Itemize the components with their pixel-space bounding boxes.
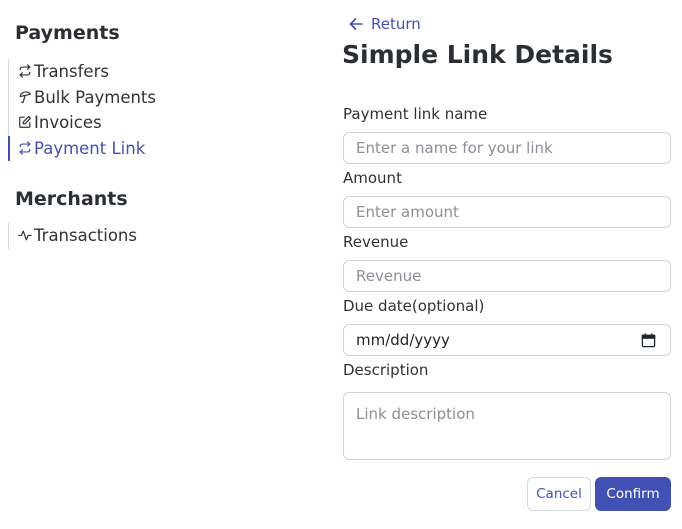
link-name-input[interactable] [343,132,671,164]
sidebar-item-label: Transactions [34,226,137,245]
page-title: Simple Link Details [342,40,613,69]
sidebar-item-invoices[interactable]: Invoices [8,110,156,136]
edit-icon [18,115,32,129]
payments-nav-list: Transfers Bulk Payments Invoices Payment… [8,59,156,161]
return-link[interactable]: Return [348,13,421,35]
sidebar-item-bulk-payments[interactable]: Bulk Payments [8,84,156,110]
sidebar-item-transfers[interactable]: Transfers [8,59,156,85]
revenue-label: Revenue [343,233,409,251]
confirm-button[interactable]: Confirm [595,477,671,511]
calendar-icon[interactable] [641,333,656,348]
sidebar-item-label: Invoices [34,113,102,132]
arrows-repeat-icon [18,64,32,78]
sidebar-item-transactions[interactable]: Transactions [8,223,137,249]
activity-icon [18,228,32,242]
amount-label: Amount [343,169,402,187]
arrows-repeat-icon [18,140,32,155]
sidebar-item-label: Transfers [34,62,109,81]
due-date-input[interactable]: mm/dd/yyyy [343,324,671,356]
sidebar-section-title-merchants: Merchants [15,188,128,210]
sidebar-item-label: Payment Link [34,138,146,158]
arrow-left-icon [348,16,364,32]
return-label: Return [371,15,421,33]
cancel-button[interactable]: Cancel [527,477,591,511]
sidebar-item-label: Bulk Payments [34,87,156,107]
sidebar-item-payment-link[interactable]: Payment Link [8,135,156,161]
link-name-label: Payment link name [343,105,488,123]
revenue-input[interactable] [343,260,671,292]
due-date-label: Due date(optional) [343,297,485,315]
merchants-nav-list: Transactions [8,223,137,249]
amount-input[interactable] [343,196,671,228]
description-textarea[interactable] [343,392,671,460]
sidebar-section-title-payments: Payments [15,22,120,44]
due-date-value: mm/dd/yyyy [356,331,450,349]
description-label: Description [343,361,429,379]
umbrella-icon [18,90,32,104]
